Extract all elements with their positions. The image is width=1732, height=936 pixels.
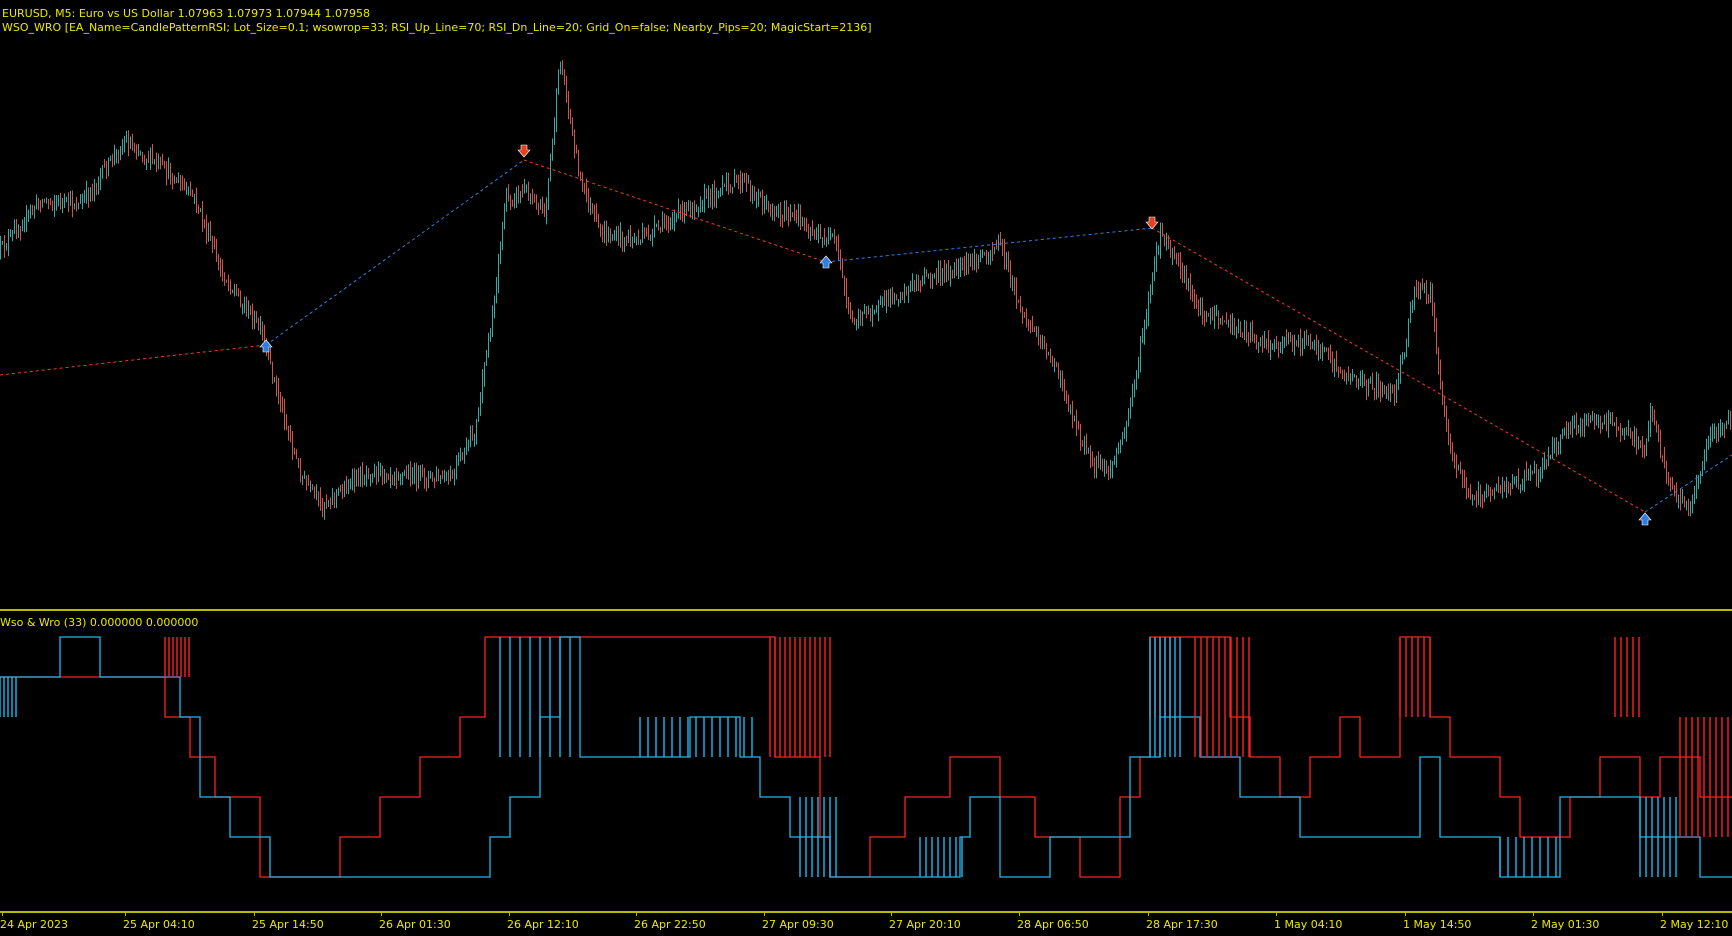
wro-spikes [0, 677, 17, 717]
wro-spikes [639, 717, 753, 757]
time-axis-label: 1 May 14:50 [1403, 918, 1472, 931]
time-axis-label: 25 Apr 14:50 [252, 918, 324, 931]
time-axis-tick [1662, 911, 1663, 916]
time-axis-label: 2 May 12:10 [1660, 918, 1729, 931]
time-axis-tick [1148, 911, 1149, 916]
time-axis-line [0, 911, 1732, 913]
time-axis-label: 27 Apr 09:30 [762, 918, 834, 931]
time-axis-label: 25 Apr 04:10 [123, 918, 195, 931]
time-axis-label: 28 Apr 17:30 [1146, 918, 1218, 931]
time-axis-tick [764, 911, 765, 916]
wso-line [0, 636, 1732, 878]
time-axis-tick [891, 911, 892, 916]
time-axis-tick [254, 911, 255, 916]
time-axis-tick [1276, 911, 1277, 916]
mt4-chart-window[interactable]: EURUSD, M5: Euro vs US Dollar 1.07963 1.… [0, 0, 1732, 936]
time-axis-label: 26 Apr 01:30 [379, 918, 451, 931]
time-axis-tick [636, 911, 637, 916]
time-axis-tick [1405, 911, 1406, 916]
wso-spikes [769, 637, 831, 757]
wso-spikes [164, 637, 190, 677]
wro-spikes [1149, 637, 1181, 757]
wso-spikes [1679, 717, 1729, 837]
time-axis-label: 28 Apr 06:50 [1017, 918, 1089, 931]
time-axis-tick [381, 911, 382, 916]
time-axis-tick [1019, 911, 1020, 916]
wso-spikes [1194, 637, 1250, 757]
time-axis-tick [125, 911, 126, 916]
time-axis-label: 1 May 04:10 [1274, 918, 1343, 931]
indicator-pane[interactable] [0, 0, 1732, 936]
wro-spikes [499, 637, 571, 757]
time-axis-tick [2, 911, 3, 916]
time-axis-label: 2 May 01:30 [1531, 918, 1600, 931]
wro-spikes [799, 797, 837, 877]
wso-spikes [1614, 637, 1640, 717]
time-axis-label: 26 Apr 22:50 [634, 918, 706, 931]
wro-spikes [1639, 797, 1677, 877]
time-axis-label: 27 Apr 20:10 [889, 918, 961, 931]
time-axis-tick [1533, 911, 1534, 916]
time-axis-label: 26 Apr 12:10 [507, 918, 579, 931]
wro-spikes [1499, 837, 1557, 877]
wso-spikes [1399, 637, 1431, 717]
time-axis-tick [509, 911, 510, 916]
time-axis-label: 24 Apr 2023 [0, 918, 69, 931]
wro-spikes [919, 837, 963, 877]
